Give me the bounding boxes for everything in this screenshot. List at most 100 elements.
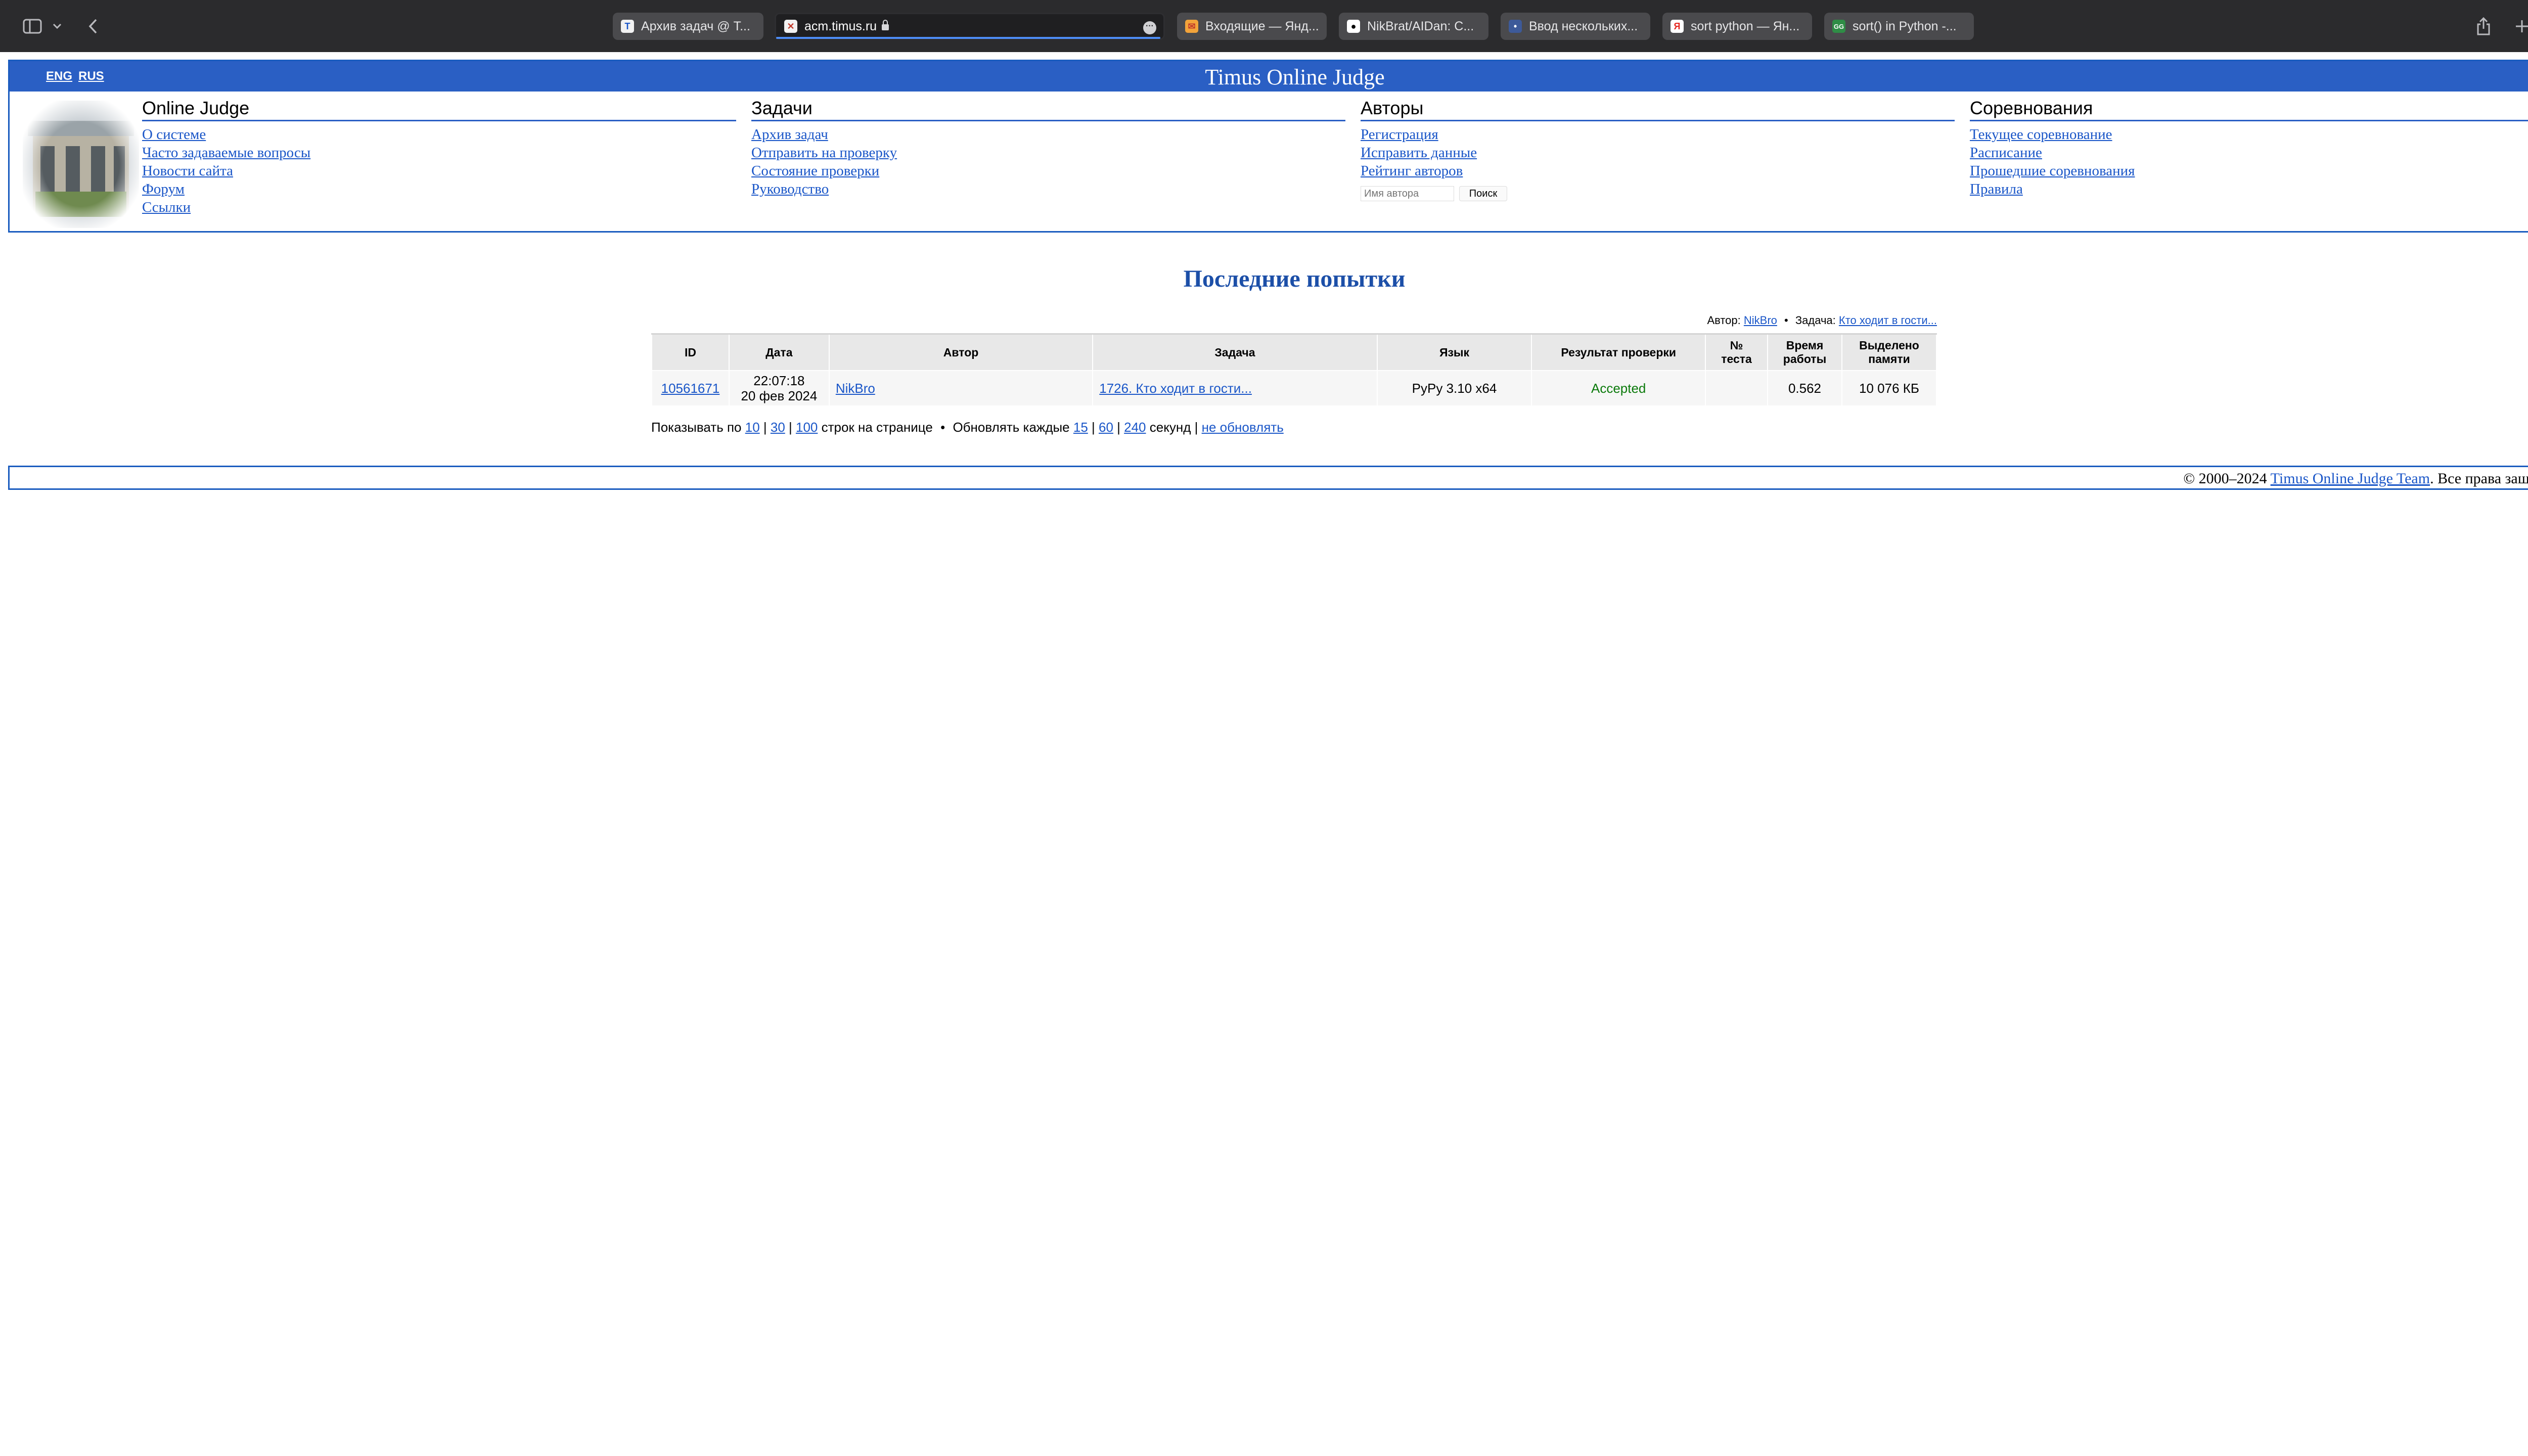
cell-verdict: Accepted [1531, 370, 1706, 406]
refresh-seconds-label: секунд [1149, 420, 1191, 435]
pager-count-100[interactable]: 100 [796, 420, 818, 435]
no-refresh-link[interactable]: не обновлять [1202, 420, 1284, 435]
lock-icon [882, 20, 889, 30]
timus-favicon-icon: T [621, 20, 634, 33]
cell-test [1705, 370, 1769, 406]
table-header-row: ID Дата Автор Задача Язык Результат пров… [651, 333, 1937, 371]
column-header-id: ID [651, 333, 730, 371]
filter-author-link[interactable]: NikBro [1744, 314, 1777, 327]
page-load-indicator [776, 37, 1160, 39]
browser-tab[interactable]: GG sort() in Python -... [1824, 13, 1974, 40]
pager-bullet: • [940, 420, 945, 435]
mail-favicon-icon: ✉ [1185, 20, 1198, 33]
menu-link-judge-status[interactable]: Состояние проверки [751, 162, 1345, 180]
github-favicon-icon: ● [1347, 20, 1360, 33]
filter-problem-link[interactable]: Кто ходит в гости... [1839, 314, 1937, 327]
timus-favicon-icon: ✕ [784, 20, 797, 33]
column-header-verdict: Результат проверки [1531, 333, 1706, 371]
submission-id-link[interactable]: 10561671 [661, 381, 720, 396]
menu-link-problem-archive[interactable]: Архив задач [751, 125, 1345, 144]
menu-heading: Соревнования [1970, 98, 2528, 121]
refresh-label: Обновлять каждые [953, 420, 1070, 435]
menu-link-edit-profile[interactable]: Исправить данные [1361, 144, 1955, 162]
menu-link-past-contests[interactable]: Прошедшие соревнования [1970, 162, 2528, 180]
browser-tab[interactable]: ● NikBrat/AIDan: C... [1339, 13, 1488, 40]
menu-link-links[interactable]: Ссылки [142, 198, 736, 216]
menu-link-register[interactable]: Регистрация [1361, 125, 1955, 144]
filter-separator: • [1784, 314, 1788, 327]
plus-icon[interactable] [2511, 15, 2528, 37]
browser-tab[interactable]: Я sort python — Ян... [1662, 13, 1812, 40]
more-options-icon[interactable]: ··· [1143, 21, 1156, 34]
copyright-years: © 2000–2024 [2183, 470, 2267, 487]
problem-link[interactable]: 1726. Кто ходит в гости... [1099, 381, 1252, 396]
title-bar: ENG RUS Timus Online Judge [10, 61, 2528, 92]
author-search-input[interactable] [1361, 186, 1454, 201]
site-header: ENG RUS Timus Online Judge Online Judge … [8, 60, 2528, 233]
browser-tab-active[interactable]: ✕ acm.timus.ru ··· [775, 13, 1165, 40]
menu-heading: Авторы [1361, 98, 1955, 121]
menu-link-guide[interactable]: Руководство [751, 180, 1345, 198]
cell-problem: 1726. Кто ходит в гости... [1092, 370, 1378, 406]
site-logo [23, 101, 139, 228]
refresh-interval-15[interactable]: 15 [1073, 420, 1088, 435]
filter-author-label: Автор: [1707, 314, 1741, 327]
browser-tab[interactable]: • Ввод нескольких... [1501, 13, 1650, 40]
column-header-test: № теста [1705, 333, 1769, 371]
pager-count-30[interactable]: 30 [771, 420, 785, 435]
share-icon[interactable] [2472, 15, 2495, 37]
menu-link-faq[interactable]: Часто задаваемые вопросы [142, 144, 736, 162]
site-title: Timus Online Judge [1205, 65, 1385, 89]
submissions-table: ID Дата Автор Задача Язык Результат пров… [651, 333, 1937, 406]
author-search-button[interactable]: Поиск [1459, 186, 1507, 201]
menu-column-online-judge: Online Judge О системе Часто задаваемые … [142, 98, 736, 216]
menu-link-schedule[interactable]: Расписание [1970, 144, 2528, 162]
filter-problem-label: Задача: [1795, 314, 1836, 327]
menu-link-rules[interactable]: Правила [1970, 180, 2528, 198]
sidebar-toggle-icon[interactable] [19, 15, 46, 37]
submission-date: 20 фев 2024 [741, 388, 818, 403]
team-link[interactable]: Timus Online Judge Team [2271, 470, 2430, 487]
table-row: 10561671 22:07:18 20 фев 2024 NikBro 172… [651, 370, 1937, 406]
site-footer: © 2000–2024 Timus Online Judge Team. Все… [8, 466, 2528, 490]
cell-author: NikBro [828, 370, 1094, 406]
menu-link-author-ranking[interactable]: Рейтинг авторов [1361, 162, 1955, 180]
column-header-memory: Выделено памяти [1841, 333, 1937, 371]
author-search-form: Поиск [1361, 186, 1955, 203]
column-header-run-time: Время работы [1767, 333, 1842, 371]
author-link[interactable]: NikBro [836, 381, 875, 396]
column-header-language: Язык [1376, 333, 1532, 371]
forum-favicon-icon: • [1509, 20, 1522, 33]
submission-time: 22:07:18 [753, 373, 805, 388]
menu-heading: Online Judge [142, 98, 736, 121]
column-header-date: Дата [728, 333, 830, 371]
menu-column-contests: Соревнования Текущее соревнование Распис… [1970, 98, 2528, 198]
menu-link-about[interactable]: О системе [142, 125, 736, 144]
pager-rows-label: строк на странице [821, 420, 933, 435]
browser-toolbar: T Архив задач @ T... ✕ acm.timus.ru ··· … [0, 0, 2528, 52]
chevron-down-icon[interactable] [50, 15, 65, 37]
rights-text: . Все права защищены. [2430, 470, 2528, 487]
pager-controls: Показывать по 10 | 30 | 100 строк на стр… [651, 420, 1284, 435]
column-header-problem: Задача [1092, 333, 1378, 371]
menu-link-forum[interactable]: Форум [142, 180, 736, 198]
status-filter: Автор: NikBro • Задача: Кто ходит в гост… [651, 314, 1937, 327]
cell-run-time: 0.562 [1767, 370, 1842, 406]
menu-heading: Задачи [751, 98, 1345, 121]
pager-count-10[interactable]: 10 [745, 420, 760, 435]
refresh-interval-240[interactable]: 240 [1124, 420, 1146, 435]
page-title: Последние попытки [1183, 265, 1406, 292]
cell-id: 10561671 [651, 370, 730, 406]
back-arrow-icon[interactable] [83, 15, 103, 37]
cell-memory: 10 076 КБ [1841, 370, 1937, 406]
menu-link-current-contest[interactable]: Текущее соревнование [1970, 125, 2528, 144]
menu-link-submit[interactable]: Отправить на проверку [751, 144, 1345, 162]
browser-tab[interactable]: T Архив задач @ T... [613, 13, 763, 40]
address-bar-url[interactable]: acm.timus.ru [804, 19, 877, 34]
yandex-favicon-icon: Я [1671, 20, 1684, 33]
refresh-interval-60[interactable]: 60 [1099, 420, 1113, 435]
browser-tab[interactable]: ✉ Входящие — Янд... [1177, 13, 1327, 40]
footer-copyright: © 2000–2024 Timus Online Judge Team. Все… [2183, 470, 2528, 487]
cell-date: 22:07:18 20 фев 2024 [728, 370, 830, 406]
menu-link-news[interactable]: Новости сайта [142, 162, 736, 180]
